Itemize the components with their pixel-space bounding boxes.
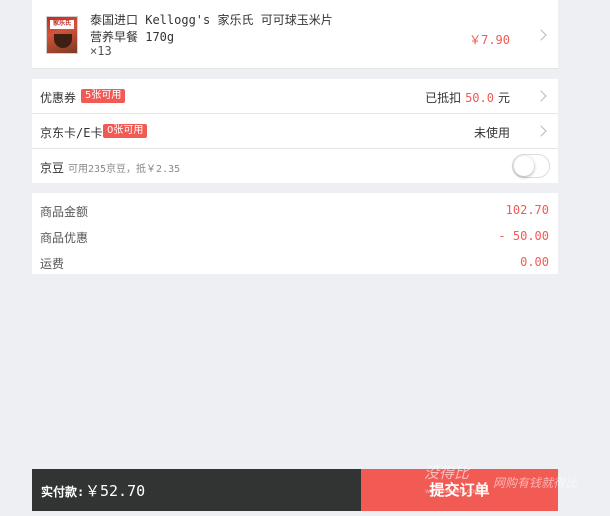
coupon-label: 优惠券 bbox=[40, 91, 77, 105]
jd-beans-row: 京豆 可用235京豆，抵￥2.35 bbox=[32, 149, 558, 184]
jd-beans-hint: 可用235京豆，抵￥2.35 bbox=[68, 164, 181, 175]
gift-card-available-badge: 0张可用 bbox=[103, 124, 148, 138]
coupon-row[interactable]: 优惠券 5张可用 已抵扣 50.0 元 bbox=[32, 79, 558, 114]
gift-card-row[interactable]: 京东卡/E卡 0张可用 未使用 bbox=[32, 114, 558, 149]
summary-row: 商品优惠 - 50.00 bbox=[32, 224, 558, 245]
summary-row: 运费 0.00 bbox=[32, 250, 558, 271]
product-quantity: ×13 bbox=[90, 44, 112, 58]
chevron-right-icon bbox=[535, 125, 547, 137]
product-thumbnail-brand: 家乐氏 bbox=[50, 20, 74, 29]
watermark-brand: 没得比 bbox=[424, 464, 470, 482]
summary-row: 商品金额 102.70 bbox=[32, 198, 558, 219]
jd-beans-toggle[interactable] bbox=[512, 154, 550, 178]
summary-value: 0.00 bbox=[520, 255, 549, 269]
summary-label: 商品金额 bbox=[40, 205, 89, 219]
product-thumbnail: 家乐氏 bbox=[46, 16, 78, 54]
coupon-deduction-prefix: 已抵扣 bbox=[425, 91, 462, 105]
product-price: ￥7.90 bbox=[469, 33, 510, 47]
gift-card-label: 京东卡/E卡 bbox=[40, 126, 103, 140]
coupon-deduction-unit: 元 bbox=[497, 91, 510, 105]
summary-value: 102.70 bbox=[505, 203, 549, 217]
cereal-bowl-graphic bbox=[54, 34, 72, 48]
summary-label: 运费 bbox=[40, 257, 65, 271]
payment-label: 实付款: bbox=[41, 485, 85, 499]
chevron-right-icon bbox=[535, 29, 547, 41]
summary-label: 商品优惠 bbox=[40, 231, 89, 245]
product-name: 泰国进口 Kellogg's 家乐氏 可可球玉米片 营养早餐 170g bbox=[90, 13, 333, 44]
payment-amount: ￥52.70 bbox=[85, 482, 146, 500]
gift-card-status: 未使用 bbox=[473, 126, 510, 140]
jd-beans-label: 京豆 bbox=[40, 161, 65, 175]
payment-total-area: 实付款: ￥52.70 bbox=[32, 469, 361, 511]
toggle-knob bbox=[514, 156, 534, 176]
summary-value: - 50.00 bbox=[498, 229, 549, 243]
watermark-url: www.meidebi.com bbox=[425, 488, 480, 495]
coupon-deduction-amount: 50.0 bbox=[465, 91, 494, 105]
discounts-section: 优惠券 5张可用 已抵扣 50.0 元 京东卡/E卡 0张可用 未使用 京豆 可用2… bbox=[32, 79, 558, 183]
chevron-right-icon bbox=[535, 90, 547, 102]
price-summary: 商品金额 102.70 商品优惠 - 50.00 运费 0.00 bbox=[32, 193, 558, 274]
watermark-tagline: 网购有钱就得比 bbox=[493, 476, 578, 490]
product-card[interactable]: 家乐氏 泰国进口 Kellogg's 家乐氏 可可球玉米片 营养早餐 170g … bbox=[32, 0, 558, 69]
coupon-available-badge: 5张可用 bbox=[81, 89, 126, 103]
coupon-deduction: 已抵扣 50.0 元 bbox=[425, 89, 510, 106]
